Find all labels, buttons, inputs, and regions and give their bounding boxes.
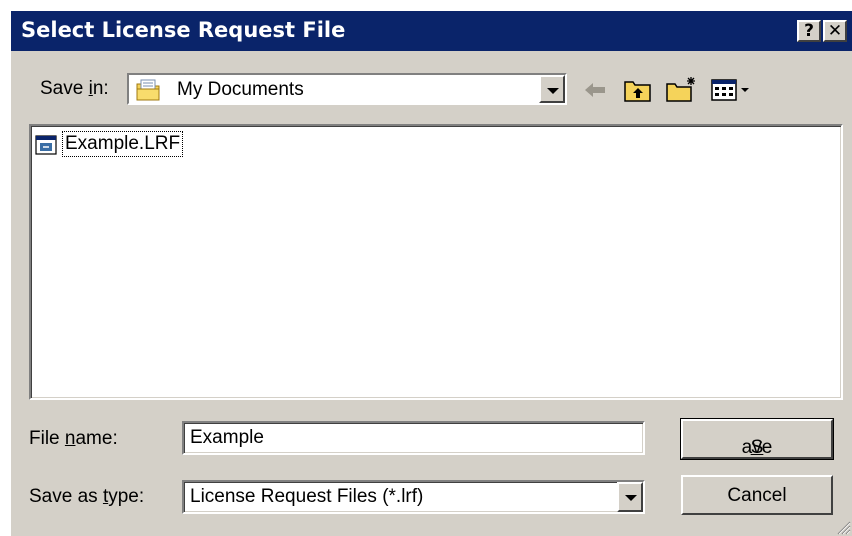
back-arrow-icon[interactable] [583,81,607,99]
file-name-value: Example [190,427,264,448]
title-bar[interactable]: Select License Request File ? ✕ [11,11,852,51]
file-list[interactable]: Example.LRF [29,124,843,400]
views-menu-icon[interactable] [711,79,755,101]
save-in-value: My Documents [177,79,304,100]
save-as-type-value: License Request Files (*.lrf) [190,486,424,507]
select-license-request-file-dialog: Select License Request File ? ✕ Save in:… [10,10,852,536]
help-button[interactable]: ? [797,20,821,42]
save-in-dropdown-arrow[interactable] [539,75,565,103]
file-name-input[interactable]: Example [182,421,645,455]
lrf-file-icon [35,135,57,155]
dialog-title: Select License Request File [21,18,346,42]
save-in-dropdown[interactable]: My Documents [127,73,567,105]
close-button[interactable]: ✕ [823,20,847,42]
up-folder-icon[interactable] [623,77,653,103]
folder-documents-icon [136,79,160,101]
cancel-button-label: Cancel [727,485,787,506]
save-as-type-dropdown[interactable]: License Request Files (*.lrf) [182,480,645,514]
save-in-label: Save in: [40,78,109,99]
save-button[interactable]: Save [680,418,834,460]
file-name-label: File name: [29,428,118,449]
file-name-text: Example.LRF [61,131,184,157]
new-folder-icon[interactable] [665,75,699,103]
save-as-type-label: Save as type: [29,486,145,507]
cancel-button[interactable]: Cancel [681,475,833,515]
save-as-type-dropdown-arrow[interactable] [617,482,643,512]
size-grip-icon[interactable] [835,519,851,535]
